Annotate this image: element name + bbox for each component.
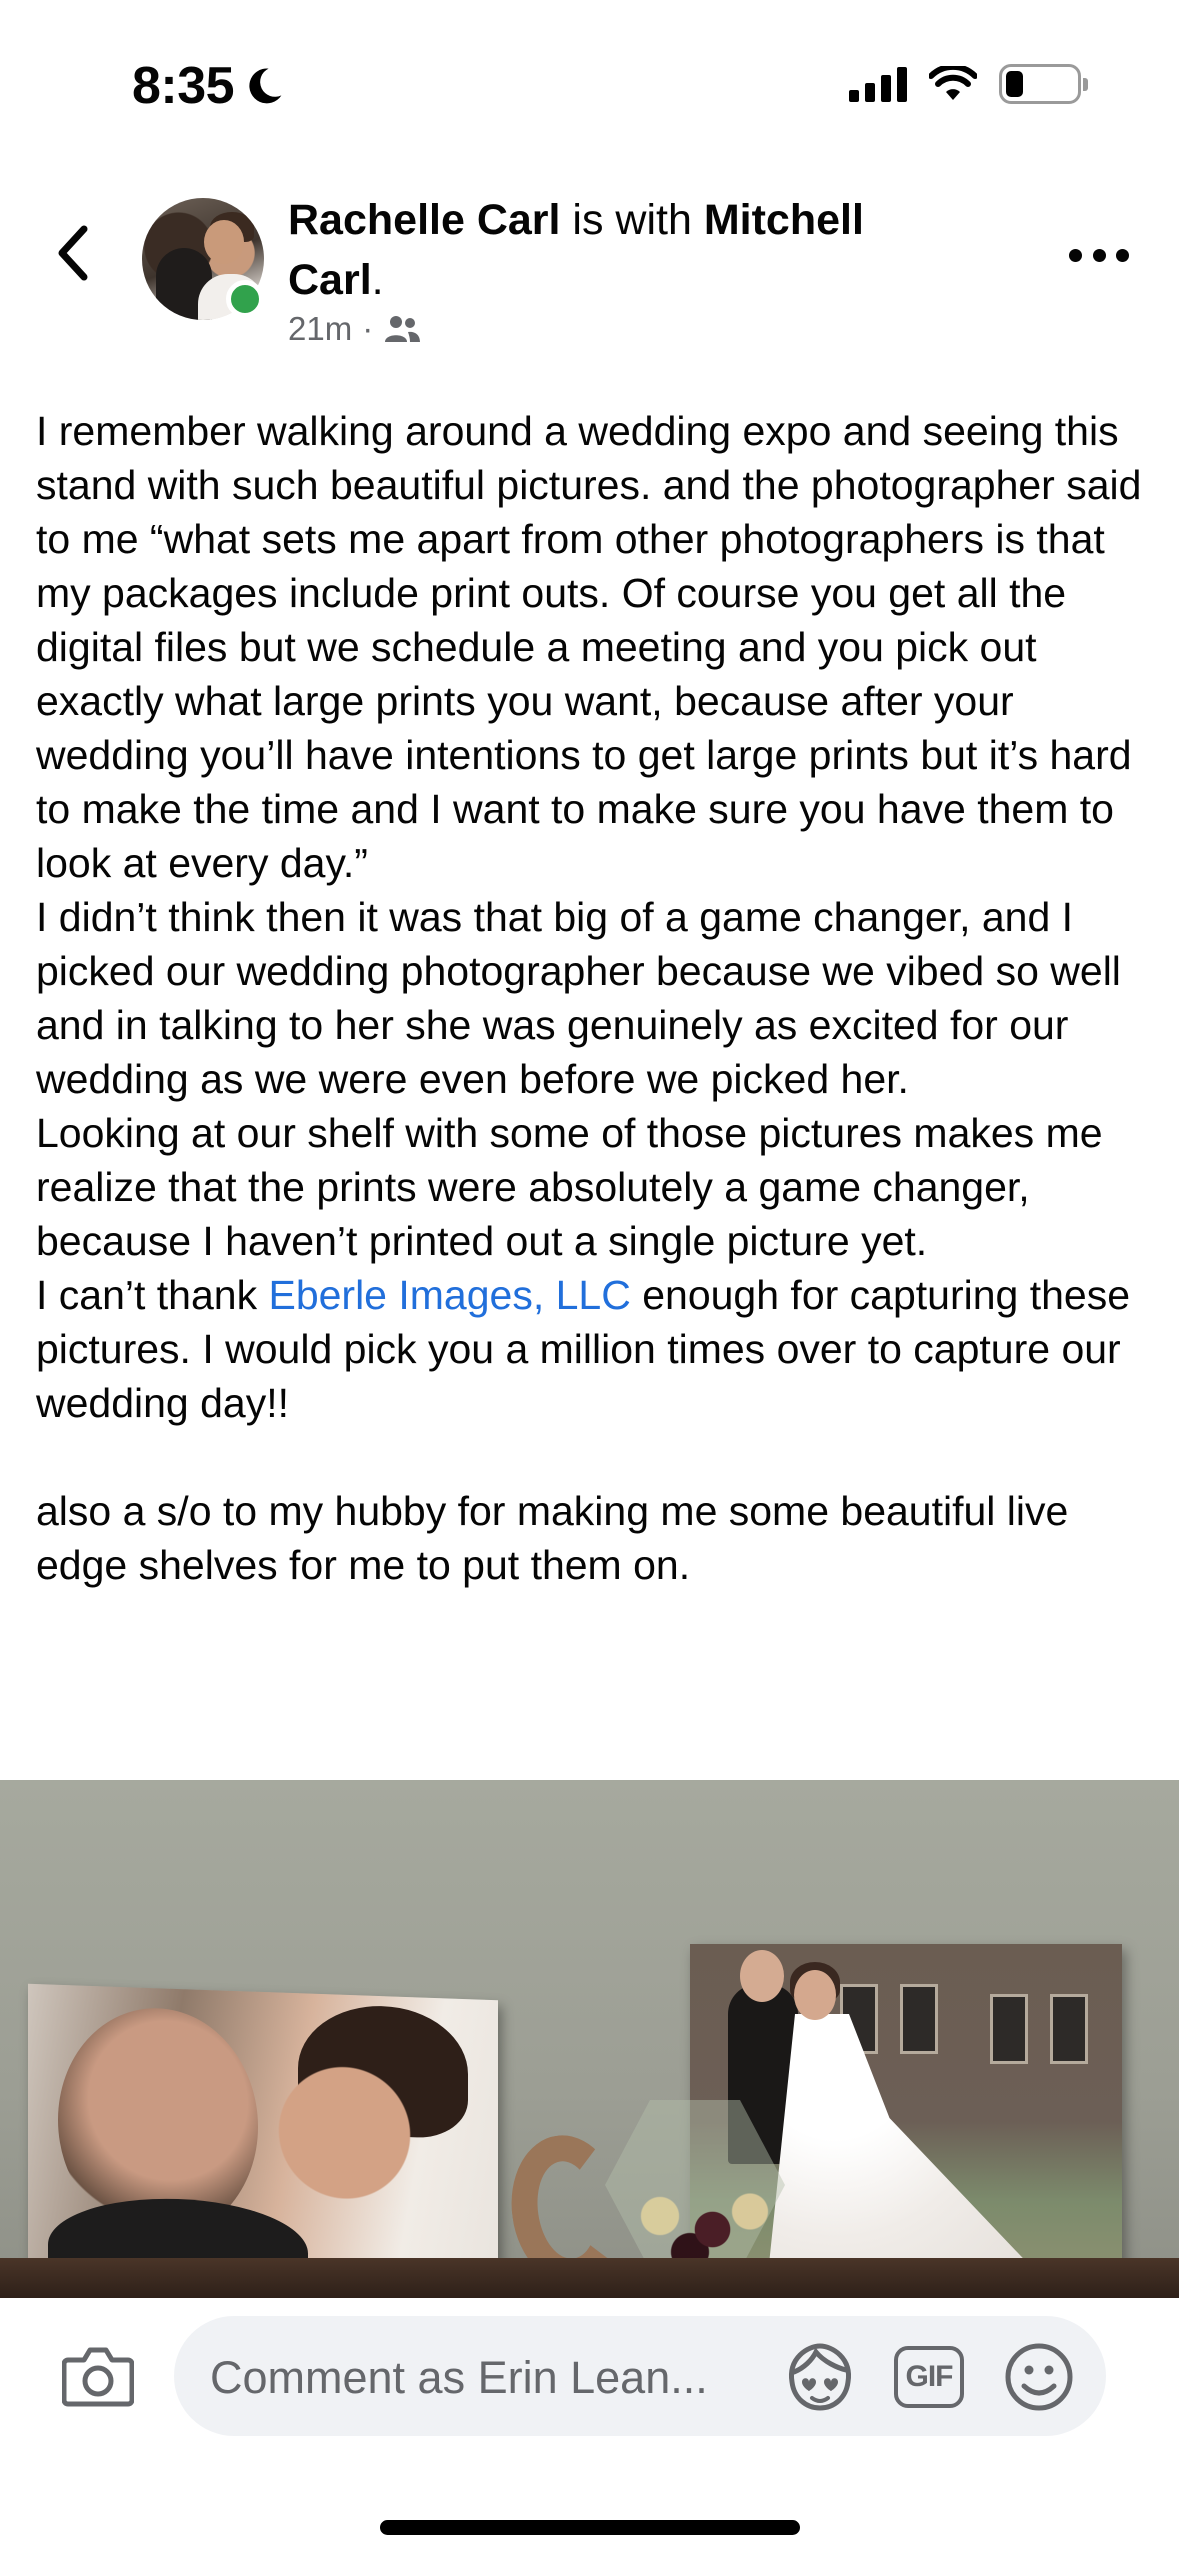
online-status-badge [226, 280, 264, 318]
meta-separator: · [362, 310, 374, 347]
gif-icon[interactable]: GIF [894, 2346, 964, 2408]
tagged-name-line2[interactable]: Carl [288, 256, 372, 304]
tagged-name[interactable]: Mitchell [704, 196, 864, 244]
battery-icon [999, 64, 1088, 104]
cellular-signal-icon [849, 66, 907, 102]
post-paragraph-thanks: I can’t thank Eberle Images, LLC enough … [36, 1268, 1146, 1430]
status-time: 8:35 [132, 56, 286, 116]
avatar-sticker-icon[interactable] [784, 2342, 856, 2412]
post-author-line: Rachelle Carl is with Mitchell Carl. [288, 190, 948, 310]
status-indicators [849, 64, 1088, 104]
friends-icon [385, 316, 421, 342]
post-paragraph-closing: also a s/o to my hubby for making me som… [36, 1488, 1069, 1588]
moon-icon [249, 68, 282, 104]
with-text: is with [572, 196, 692, 244]
more-dot-icon [1069, 248, 1082, 262]
live-edge-shelf [0, 2258, 1179, 2298]
post-meta: 21m · [288, 310, 421, 348]
thanks-before: I can’t thank [36, 1272, 269, 1318]
more-options-button[interactable] [1069, 240, 1129, 270]
wifi-icon [929, 66, 977, 100]
comment-input[interactable]: Comment as Erin Lean... GIF [174, 2316, 1106, 2436]
comment-placeholder: Comment as Erin Lean... [210, 2352, 708, 2403]
home-indicator[interactable] [380, 2520, 800, 2535]
post-header: Rachelle Carl is with Mitchell Carl. 21m… [0, 190, 1179, 370]
clock: 8:35 [132, 57, 235, 115]
post-text: I remember walking around a wedding expo… [36, 404, 1146, 1592]
post-paragraph-3: Looking at our shelf with some of those … [36, 1110, 1103, 1264]
mention-link[interactable]: Eberle Images, LLC [268, 1272, 630, 1318]
chevron-left-icon [58, 225, 88, 281]
emoji-icon[interactable] [1004, 2342, 1074, 2412]
decor-flowers [630, 2180, 780, 2270]
battery-level [1006, 71, 1023, 97]
status-bar: 8:35 [0, 0, 1179, 170]
author-name[interactable]: Rachelle Carl [288, 196, 560, 244]
back-button[interactable] [42, 218, 102, 288]
camera-icon[interactable] [62, 2344, 134, 2408]
post-paragraph-1: I remember walking around a wedding expo… [36, 408, 1142, 886]
canvas-print-kiss [28, 1983, 498, 2298]
post-paragraph-2: I didn’t think then it was that big of a… [36, 894, 1121, 1102]
comment-bar: Comment as Erin Lean... GIF [0, 2298, 1179, 2556]
period: . [371, 256, 384, 304]
post-timestamp[interactable]: 21m [288, 310, 352, 348]
post-photo[interactable] [0, 1780, 1179, 2298]
